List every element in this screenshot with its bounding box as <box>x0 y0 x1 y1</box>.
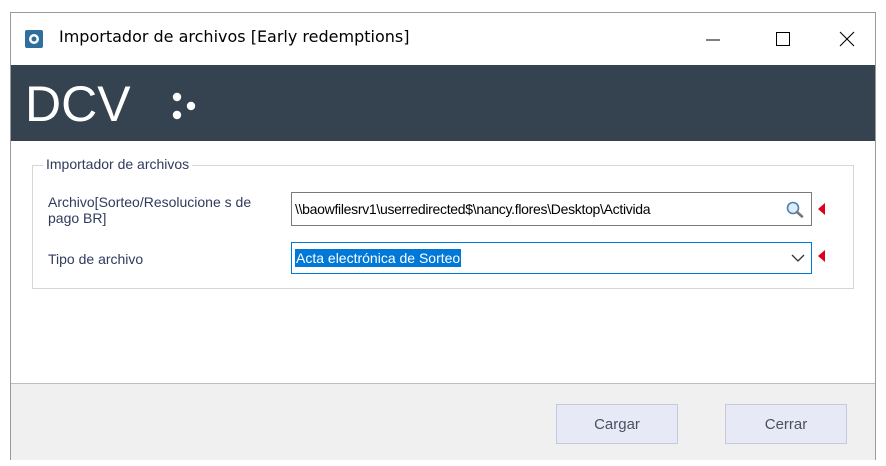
importer-window: Importador de archivos [Early redemption… <box>10 12 876 460</box>
svg-text:DCV: DCV <box>25 76 131 131</box>
title-bar: Importador de archivos [Early redemption… <box>11 13 875 65</box>
minimize-icon <box>706 39 720 41</box>
window-title: Importador de archivos [Early redemption… <box>59 27 410 46</box>
dcv-logo: DCV <box>25 76 196 131</box>
close-button[interactable]: Cerrar <box>725 404 847 444</box>
search-icon <box>786 201 804 218</box>
required-marker <box>818 250 825 262</box>
load-button[interactable]: Cargar <box>556 404 678 444</box>
browse-button[interactable] <box>785 198 809 220</box>
file-path-input[interactable]: \\baowfilesrv1\userredirected$\nancy.flo… <box>291 192 812 226</box>
close-window-button[interactable] <box>817 13 877 65</box>
chevron-down-icon[interactable] <box>791 253 805 263</box>
minimize-button[interactable] <box>683 13 743 65</box>
group-title: Importador de archivos <box>43 156 193 172</box>
file-type-select[interactable]: Acta electrónica de Sorteo <box>291 242 812 274</box>
file-path-value: \\baowfilesrv1\userredirected$\nancy.flo… <box>295 201 651 217</box>
form-area: Importador de archivos Archivo[Sorteo/Re… <box>11 141 875 383</box>
button-bar: Cargar Cerrar <box>11 383 875 460</box>
importer-group: Importador de archivos Archivo[Sorteo/Re… <box>32 156 854 289</box>
app-icon <box>25 30 43 48</box>
required-marker <box>818 203 825 215</box>
maximize-icon <box>776 32 790 46</box>
file-label: Archivo[Sorteo/Resolucione s de pago BR] <box>48 194 252 226</box>
type-label: Tipo de archivo <box>48 251 144 267</box>
file-type-value: Acta electrónica de Sorteo <box>295 249 462 267</box>
brand-banner: DCV <box>11 65 875 141</box>
close-icon <box>839 31 855 47</box>
maximize-button[interactable] <box>753 13 813 65</box>
